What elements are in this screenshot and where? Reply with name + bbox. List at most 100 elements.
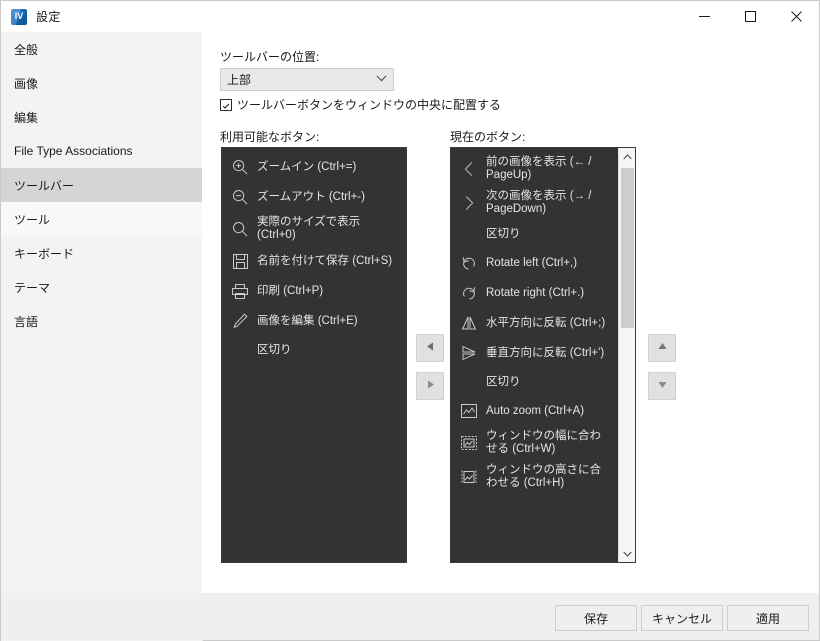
footer-bar: 保存 キャンセル 適用	[1, 593, 819, 640]
list-item-label: 印刷 (Ctrl+P)	[257, 284, 324, 297]
list-item[interactable]: Auto zoom (Ctrl+A)	[451, 396, 618, 426]
settings-window: IV 設定 全般 画像 編集 File Type Associations ツー…	[0, 0, 820, 641]
scroll-down-icon[interactable]	[619, 545, 635, 562]
current-buttons-list[interactable]: 前の画像を表示 (← / PageUp) 次の画像を表示 (→ / PageDo…	[450, 147, 636, 563]
apply-button[interactable]: 適用	[727, 605, 809, 631]
arrow-right-icon	[425, 379, 436, 393]
print-icon	[231, 282, 249, 300]
maximize-button[interactable]	[727, 1, 773, 32]
chevron-left-icon	[460, 160, 478, 178]
move-to-current-button[interactable]	[416, 372, 444, 400]
list-item[interactable]: ズームイン (Ctrl+=)	[222, 152, 406, 182]
chevron-down-icon	[376, 74, 387, 85]
list-item-label: 名前を付けて保存 (Ctrl+S)	[257, 254, 393, 267]
sidebar-item-label: File Type Associations	[14, 144, 133, 158]
list-item[interactable]: 画像を編集 (Ctrl+E)	[222, 306, 406, 336]
list-item[interactable]: ウィンドウの幅に合わせる (Ctrl+W)	[451, 426, 618, 460]
list-item[interactable]: 実際のサイズで表示 (Ctrl+0)	[222, 212, 406, 246]
move-down-button[interactable]	[648, 372, 676, 400]
center-toolbar-checkbox-row[interactable]: ツールバーボタンをウィンドウの中央に配置する	[220, 96, 501, 113]
list-item[interactable]: 区切り	[451, 220, 618, 248]
list-item[interactable]: 名前を付けて保存 (Ctrl+S)	[222, 246, 406, 276]
content-panel: ツールバーの位置: 上部 ツールバーボタンをウィンドウの中央に配置する 利用可能…	[202, 32, 819, 593]
save-as-icon	[231, 252, 249, 270]
save-button[interactable]: 保存	[555, 605, 637, 631]
list-item-label: 前の画像を表示 (← / PageUp)	[486, 156, 592, 181]
arrow-down-icon	[657, 379, 668, 393]
available-buttons-list[interactable]: ズームイン (Ctrl+=) ズームアウト (Ctrl+-) 実際のサイズで表示…	[221, 147, 407, 563]
sidebar-item-label: ツール	[14, 212, 51, 227]
list-item[interactable]: 水平方向に反転 (Ctrl+;)	[451, 308, 618, 338]
minimize-button[interactable]	[681, 1, 727, 32]
sidebar-item-toolbar[interactable]: ツールバー	[1, 168, 202, 202]
list-item-label: 区切り	[486, 227, 521, 240]
sidebar-item-label: キーボード	[14, 246, 75, 261]
move-to-available-button[interactable]	[416, 334, 444, 362]
sidebar-item-file-type-associations[interactable]: File Type Associations	[1, 134, 202, 168]
list-item-label: ウィンドウの幅に合わせる (Ctrl+W)	[486, 430, 601, 455]
fit-height-icon	[460, 468, 478, 486]
list-item-label: 水平方向に反転 (Ctrl+;)	[486, 316, 606, 329]
sidebar-item-keyboard[interactable]: キーボード	[1, 236, 202, 270]
sidebar-item-label: 全般	[14, 42, 39, 57]
fit-width-icon	[460, 434, 478, 452]
sidebar-item-label: ツールバー	[14, 178, 75, 193]
current-buttons-scrollbar[interactable]	[618, 148, 635, 562]
toolbar-position-value: 上部	[227, 73, 252, 87]
sidebar-item-tools[interactable]: ツール	[1, 202, 202, 236]
arrow-up-icon	[657, 341, 668, 355]
center-toolbar-checkbox-label: ツールバーボタンをウィンドウの中央に配置する	[237, 98, 502, 112]
title-bar-left: IV 設定	[11, 1, 61, 32]
list-item[interactable]: 印刷 (Ctrl+P)	[222, 276, 406, 306]
app-icon: IV	[11, 8, 27, 25]
list-item-label: 区切り	[257, 343, 292, 356]
list-item-label: ズームアウト (Ctrl+-)	[257, 190, 365, 203]
list-item[interactable]: Rotate left (Ctrl+,)	[451, 248, 618, 278]
list-item[interactable]: 次の画像を表示 (→ / PageDown)	[451, 186, 618, 220]
list-item[interactable]: Rotate right (Ctrl+.)	[451, 278, 618, 308]
zoom-out-icon	[231, 188, 249, 206]
list-item-label: ズームイン (Ctrl+=)	[257, 160, 357, 173]
sidebar-item-language[interactable]: 言語	[1, 304, 202, 338]
list-item[interactable]: ズームアウト (Ctrl+-)	[222, 182, 406, 212]
magnifier-icon	[231, 220, 249, 238]
flip-horizontal-icon	[460, 314, 478, 332]
sidebar-item-edit[interactable]: 編集	[1, 100, 202, 134]
list-item-label: Rotate left (Ctrl+,)	[486, 256, 578, 269]
list-item[interactable]: 区切り	[451, 368, 618, 396]
sidebar-item-image[interactable]: 画像	[1, 66, 202, 100]
list-item-label: ウィンドウの高さに合わせる (Ctrl+H)	[486, 464, 601, 489]
chevron-right-icon	[460, 194, 478, 212]
scrollbar-thumb[interactable]	[621, 168, 634, 328]
list-item-label: 画像を編集 (Ctrl+E)	[257, 314, 358, 327]
toolbar-position-select[interactable]: 上部	[220, 68, 394, 91]
center-toolbar-checkbox[interactable]	[220, 98, 232, 111]
close-button[interactable]	[773, 1, 819, 32]
list-item-label: Auto zoom (Ctrl+A)	[486, 404, 585, 417]
edit-image-icon	[231, 312, 249, 330]
move-up-button[interactable]	[648, 334, 676, 362]
arrow-left-icon	[425, 341, 436, 355]
flip-vertical-icon	[460, 344, 478, 362]
sidebar-item-label: テーマ	[14, 280, 51, 295]
cancel-button[interactable]: キャンセル	[641, 605, 723, 631]
current-buttons-list-viewport: 前の画像を表示 (← / PageUp) 次の画像を表示 (→ / PageDo…	[451, 148, 618, 562]
list-item[interactable]: 前の画像を表示 (← / PageUp)	[451, 152, 618, 186]
sidebar-item-general[interactable]: 全般	[1, 32, 202, 66]
rotate-right-icon	[460, 284, 478, 302]
scroll-up-icon[interactable]	[619, 148, 635, 165]
sidebar-item-label: 編集	[14, 110, 39, 125]
window-title: 設定	[36, 10, 61, 24]
list-item[interactable]: ウィンドウの高さに合わせる (Ctrl+H)	[451, 460, 618, 494]
rotate-left-icon	[460, 254, 478, 272]
list-item[interactable]: 垂直方向に反転 (Ctrl+')	[451, 338, 618, 368]
toolbar-position-label: ツールバーの位置:	[220, 50, 320, 64]
list-item-label: 垂直方向に反転 (Ctrl+')	[486, 346, 605, 359]
sidebar-item-theme[interactable]: テーマ	[1, 270, 202, 304]
zoom-in-icon	[231, 158, 249, 176]
list-item-label: 区切り	[486, 375, 521, 388]
list-item[interactable]: 区切り	[222, 336, 406, 364]
sidebar-item-label: 言語	[14, 314, 39, 329]
sidebar-item-label: 画像	[14, 76, 39, 91]
title-bar: IV 設定	[1, 1, 819, 32]
